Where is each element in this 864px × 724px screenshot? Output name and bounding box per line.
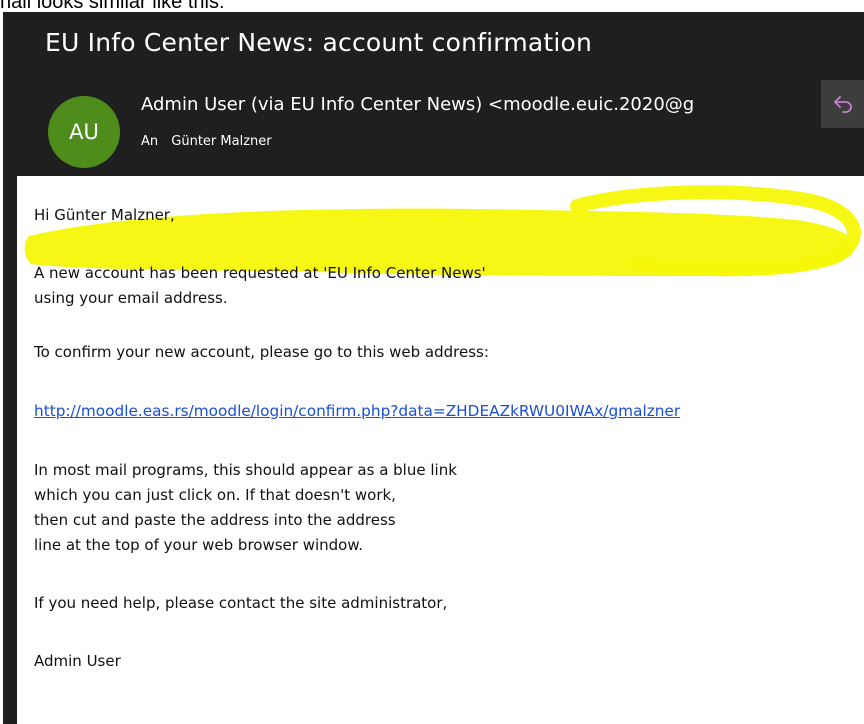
sender-line[interactable]: Admin User (via EU Info Center News) <mo… xyxy=(141,94,791,115)
recipient-name[interactable]: Günter Malzner xyxy=(171,134,271,149)
recipient-row: An Günter Malzner xyxy=(141,134,272,149)
paragraph-3-line-2: which you can just click on. If that doe… xyxy=(34,486,396,504)
to-label: An xyxy=(141,134,159,149)
email-body: Hi Günter Malzner, A new account has bee… xyxy=(17,176,864,724)
link-line: http://moodle.eas.rs/moodle/login/confir… xyxy=(34,398,680,424)
reply-button[interactable] xyxy=(821,80,864,128)
email-reading-pane: EU Info Center News: account confirmatio… xyxy=(3,12,864,724)
paragraph-3-line-3: then cut and paste the address into the … xyxy=(34,511,396,529)
page-caption: nail looks similar like this: xyxy=(0,0,225,12)
paragraph-1-line-2: using your email address. xyxy=(34,289,228,307)
paragraph-4: If you need help, please contact the sit… xyxy=(34,594,448,612)
paragraph-1-line-1: A new account has been requested at 'EU … xyxy=(34,264,486,282)
reply-arrow-icon xyxy=(833,96,852,113)
confirmation-link[interactable]: http://moodle.eas.rs/moodle/login/confir… xyxy=(34,402,680,420)
signature: Admin User xyxy=(34,652,121,670)
avatar-initials: AU xyxy=(69,120,99,144)
greeting: Hi Günter Malzner, xyxy=(34,206,175,224)
email-subject: EU Info Center News: account confirmatio… xyxy=(45,28,593,57)
paragraph-2: To confirm your new account, please go t… xyxy=(34,343,489,361)
avatar[interactable]: AU xyxy=(48,96,120,168)
paragraph-3-line-4: line at the top of your web browser wind… xyxy=(34,536,364,554)
paragraph-3-line-1: In most mail programs, this should appea… xyxy=(34,461,457,479)
